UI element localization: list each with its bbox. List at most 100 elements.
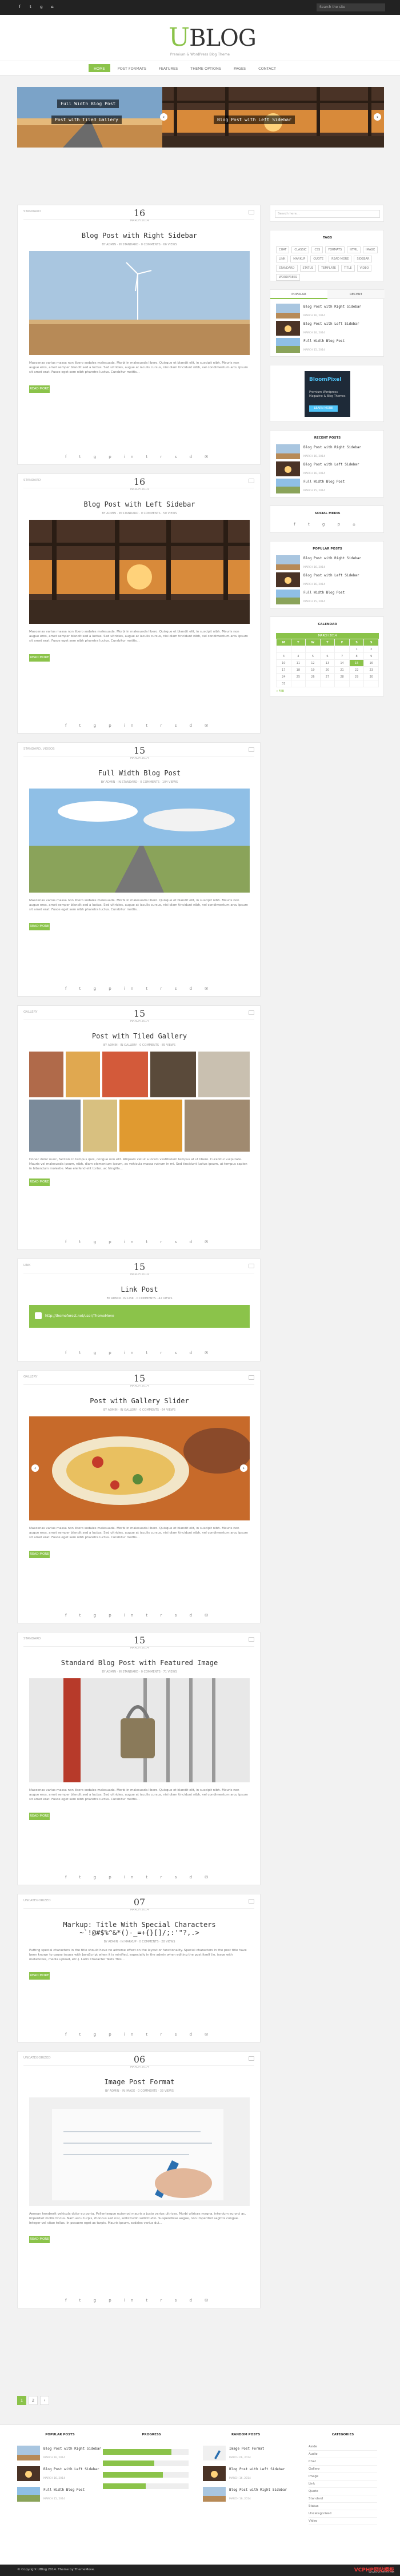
category-link[interactable]: Status xyxy=(309,2503,377,2510)
category-link[interactable]: Chat xyxy=(309,2458,377,2466)
top-search-input[interactable]: Search the site xyxy=(317,3,385,11)
slide-caption[interactable]: Full Width Blog Post xyxy=(57,99,119,108)
category-link[interactable]: Gallery xyxy=(309,2466,377,2473)
post-title[interactable]: Blog Post with Right Sidebar xyxy=(18,232,261,240)
next-page-button[interactable]: › xyxy=(40,2396,49,2405)
nav-item[interactable]: HOME xyxy=(89,64,110,72)
category-link[interactable]: Image xyxy=(309,2473,377,2481)
post-image[interactable] xyxy=(29,251,250,355)
tag-link[interactable]: HTML xyxy=(347,246,361,253)
tag-link[interactable]: CLASSIC xyxy=(291,246,310,253)
calendar-day[interactable]: 10 xyxy=(276,659,291,667)
tag-link[interactable]: IMAGE xyxy=(363,246,378,253)
category-link[interactable]: Uncategorized xyxy=(309,2510,377,2518)
tag-link[interactable]: STANDARD xyxy=(276,265,298,272)
page-button[interactable]: 1 xyxy=(17,2396,26,2405)
category-link[interactable]: Aside xyxy=(309,2443,377,2451)
list-item[interactable]: Blog Post with Left Sidebar MARCH 16, 201… xyxy=(17,2466,103,2482)
post-title[interactable]: Full Width Blog Post xyxy=(18,769,261,777)
calendar-prev-link[interactable]: « FEB xyxy=(276,690,379,693)
tag-link[interactable]: VIDEO xyxy=(357,265,372,272)
share-icons[interactable]: f t g p in t r s d ✉ xyxy=(18,723,261,728)
facebook-icon[interactable]: f xyxy=(17,4,22,9)
tag-link[interactable]: WORDPRESS xyxy=(276,274,301,281)
advertisement[interactable]: BloomPixel Premium Wordpress Magazine & … xyxy=(305,371,350,417)
post-title[interactable]: Image Post Format xyxy=(18,2078,261,2086)
post-title[interactable]: Post with Gallery Slider xyxy=(18,1397,261,1405)
share-icons[interactable]: f t g p in t r s d ✉ xyxy=(18,2032,261,2037)
category-link[interactable]: Standard xyxy=(309,2495,377,2503)
calendar-day[interactable]: 14 xyxy=(334,659,350,667)
calendar-day[interactable]: 17 xyxy=(276,666,291,674)
post-image[interactable] xyxy=(29,789,250,893)
tag-link[interactable]: MARKUP xyxy=(290,256,309,262)
list-item[interactable]: Blog Post with Right Sidebar MARCH 16, 20… xyxy=(17,2446,103,2462)
calendar-day[interactable]: 4 xyxy=(290,652,306,660)
calendar-day[interactable]: 31 xyxy=(276,680,291,687)
read-more-button[interactable]: READ MORE xyxy=(29,654,50,662)
calendar-day[interactable]: 18 xyxy=(290,666,306,674)
nav-item[interactable]: THEME OPTIONS xyxy=(185,64,226,72)
list-item[interactable]: Blog Post with Left Sidebar MARCH 16, 201… xyxy=(276,572,379,588)
read-more-button[interactable]: READ MORE xyxy=(29,1178,50,1186)
list-item[interactable]: Image Post Format MARCH 06, 2014 xyxy=(203,2446,289,2462)
calendar-day[interactable]: 13 xyxy=(319,659,335,667)
calendar-day[interactable]: 3 xyxy=(276,652,291,660)
tag-link[interactable]: STATUS xyxy=(299,265,317,272)
read-more-button[interactable]: READ MORE xyxy=(29,385,50,393)
slide-caption[interactable]: Blog Post with Left Sidebar xyxy=(214,116,295,124)
list-item[interactable]: Blog Post with Left Sidebar MARCH 16, 201… xyxy=(276,321,379,337)
gallery-next-button[interactable]: › xyxy=(240,1464,247,1472)
slide-caption[interactable]: Post with Tiled Gallery xyxy=(51,116,122,124)
calendar-day[interactable]: 22 xyxy=(349,666,365,674)
calendar-day[interactable]: 8 xyxy=(349,652,365,660)
category-link[interactable]: Quote xyxy=(309,2488,377,2495)
calendar-day[interactable]: 1 xyxy=(349,646,365,653)
read-more-button[interactable]: READ MORE xyxy=(29,1551,50,1558)
nav-item[interactable]: PAGES xyxy=(229,64,251,72)
nav-item[interactable]: POST FORMATS xyxy=(113,64,151,72)
calendar-day[interactable]: 25 xyxy=(290,673,306,680)
calendar-day[interactable]: 11 xyxy=(290,659,306,667)
tag-link[interactable]: CHAT xyxy=(276,246,290,253)
calendar-day[interactable]: 27 xyxy=(319,673,335,680)
rss-icon[interactable]: ⌂ xyxy=(50,4,55,9)
share-icons[interactable]: f t g p in t r s d ✉ xyxy=(18,1351,261,1355)
list-item[interactable]: Full Width Blog Post MARCH 15, 2014 xyxy=(276,479,379,495)
post-title[interactable]: Post with Tiled Gallery xyxy=(18,1032,261,1040)
page-button[interactable]: 2 xyxy=(29,2396,38,2405)
share-icons[interactable]: f t g p in t r s d ✉ xyxy=(18,1613,261,1618)
calendar-day[interactable]: 16 xyxy=(363,659,379,667)
tag-link[interactable]: LINK xyxy=(276,256,289,262)
slider-next-button[interactable]: › xyxy=(374,113,381,121)
share-icons[interactable]: f t g p in t r s d ✉ xyxy=(18,2298,261,2303)
tiled-gallery[interactable] xyxy=(29,1052,250,1152)
calendar-day[interactable]: 6 xyxy=(319,652,335,660)
calendar-day[interactable]: 23 xyxy=(363,666,379,674)
slider-prev-button[interactable]: ‹ xyxy=(160,113,167,121)
list-item[interactable]: Full Width Blog Post MARCH 15, 2014 xyxy=(17,2487,103,2503)
share-icons[interactable]: f t g p in t r s d ✉ xyxy=(18,1240,261,1244)
tag-link[interactable]: READ MORE xyxy=(329,256,352,262)
post-image[interactable] xyxy=(29,1678,250,1782)
slide-image[interactable]: Full Width Blog Post Post with Tiled Gal… xyxy=(17,87,162,148)
tag-link[interactable]: CSS xyxy=(311,246,323,253)
list-item[interactable]: Blog Post with Right Sidebar MARCH 16, 20… xyxy=(276,444,379,460)
post-title[interactable]: Markup: Title With Special Characters ~`… xyxy=(18,1921,261,1937)
post-image[interactable] xyxy=(29,2097,250,2206)
social-icons[interactable]: f t g p ⌂ xyxy=(270,522,385,527)
read-more-button[interactable]: READ MORE xyxy=(29,2236,50,2243)
calendar-day[interactable]: 2 xyxy=(363,646,379,653)
tag-link[interactable]: TITLE xyxy=(341,265,355,272)
read-more-button[interactable]: READ MORE xyxy=(29,1972,50,1980)
list-item[interactable]: Full Width Blog Post MARCH 15, 2014 xyxy=(276,338,379,354)
share-icons[interactable]: f t g p in t r s d ✉ xyxy=(18,986,261,991)
calendar-day[interactable]: 24 xyxy=(276,673,291,680)
calendar-day[interactable]: 20 xyxy=(319,666,335,674)
category-link[interactable]: Audio xyxy=(309,2451,377,2458)
calendar-day[interactable]: 7 xyxy=(334,652,350,660)
post-title[interactable]: Standard Blog Post with Featured Image xyxy=(18,1659,261,1667)
post-title[interactable]: Link Post xyxy=(18,1285,261,1293)
link-box[interactable]: http://themeforest.net/user/ThemeMove xyxy=(29,1305,250,1328)
list-item[interactable]: Blog Post with Right Sidebar MARCH 16, 20… xyxy=(203,2487,289,2503)
